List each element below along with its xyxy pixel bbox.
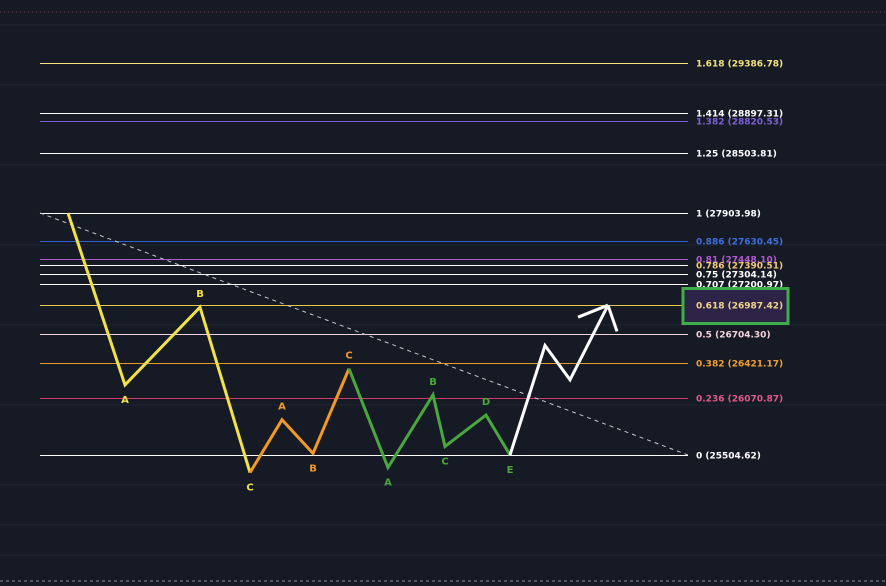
fib-label-0-75: 0.75 (27304.14) — [696, 271, 777, 281]
fib-label-0-886: 0.886 (27630.45) — [696, 238, 783, 248]
wave-series-3 — [508, 304, 610, 456]
wave-layer — [66, 212, 619, 474]
fib-label-0-382: 0.382 (26421.17) — [696, 360, 783, 370]
wave-label-2-0: A — [384, 478, 392, 489]
wave-labels: A B C A B C A B C D E — [121, 289, 513, 493]
wave-label-0-2: C — [246, 483, 253, 494]
fib-label-0: 0 (25504.62) — [696, 452, 761, 462]
fib-label-1-618: 1.618 (29386.78) — [696, 60, 783, 70]
elliott-wave-chart: 1.618 (29386.78) 1.414 (28897.31) 1.382 (2… — [0, 0, 886, 586]
fib-label-0-618: 0.618 (26987.42) — [696, 302, 783, 312]
wave-label-2-2: C — [441, 456, 448, 467]
projection-tail — [606, 304, 619, 332]
wave-label-2-4: E — [507, 465, 514, 476]
fibonacci-levels: 1.618 (29386.78)1.414 (28897.31)1.382 (2… — [40, 60, 790, 462]
wave-label-2-1: B — [429, 377, 437, 388]
wave-label-0-0: A — [121, 395, 129, 406]
wave-label-0-1: B — [196, 289, 204, 300]
wave-series-0 — [66, 212, 252, 474]
wave-label-1-0: A — [278, 402, 286, 413]
wave-label-2-3: D — [482, 397, 490, 408]
fib-label-1: 1 (27903.98) — [696, 210, 761, 220]
fib-label-0-236: 0.236 (26070.87) — [696, 395, 783, 405]
chart-canvas: 1.618 (29386.78)1.414 (28897.31)1.382 (2… — [0, 11, 886, 582]
wave-label-1-2: C — [345, 351, 352, 362]
fib-label-0-5: 0.5 (26704.30) — [696, 331, 771, 341]
wave-label-1-1: B — [309, 463, 317, 474]
fib-label-1-25: 1.25 (28503.81) — [696, 150, 777, 160]
fib-label-1-382: 1.382 (28820.53) — [696, 118, 783, 128]
wave-series-1 — [248, 368, 351, 474]
